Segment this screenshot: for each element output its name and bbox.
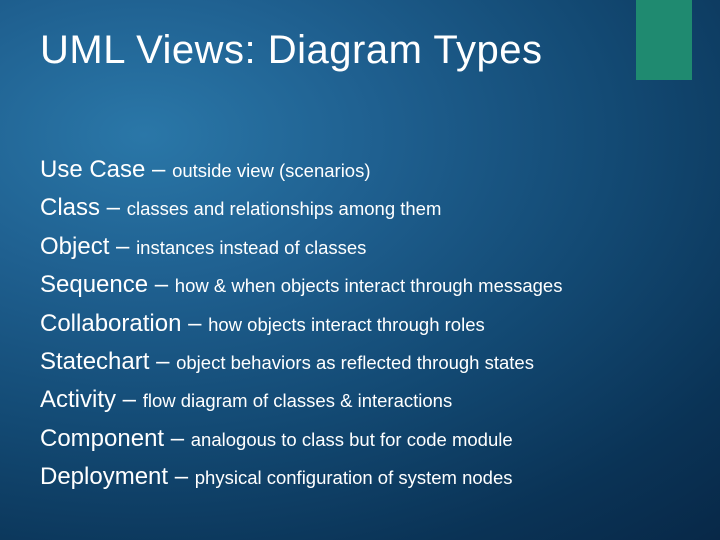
item-sep: – bbox=[116, 386, 143, 413]
item-sep: – bbox=[100, 194, 127, 221]
list-item: Statechart – object behaviors as reflect… bbox=[40, 346, 680, 378]
list-item: Use Case – outside view (scenarios) bbox=[40, 154, 680, 186]
item-term: Component bbox=[40, 425, 164, 452]
list-item: Deployment – physical configuration of s… bbox=[40, 461, 680, 493]
item-sep: – bbox=[164, 425, 191, 452]
item-desc: object behaviors as reflected through st… bbox=[176, 352, 534, 373]
item-sep: – bbox=[148, 271, 175, 298]
item-desc: outside view (scenarios) bbox=[172, 160, 370, 181]
list-item: Sequence – how & when objects interact t… bbox=[40, 269, 680, 301]
slide-title: UML Views: Diagram Types bbox=[40, 28, 543, 73]
list-item: Activity – flow diagram of classes & int… bbox=[40, 384, 680, 416]
item-desc: analogous to class but for code module bbox=[191, 429, 513, 450]
item-desc: classes and relationships among them bbox=[127, 198, 442, 219]
item-term: Sequence bbox=[40, 271, 148, 298]
item-sep: – bbox=[168, 463, 195, 490]
item-sep: – bbox=[109, 233, 136, 260]
accent-bar bbox=[636, 0, 692, 80]
list-item: Collaboration – how objects interact thr… bbox=[40, 308, 680, 340]
item-term: Class bbox=[40, 194, 100, 221]
item-term: Collaboration bbox=[40, 310, 181, 337]
item-desc: instances instead of classes bbox=[136, 237, 366, 258]
list-item: Component – analogous to class but for c… bbox=[40, 423, 680, 455]
item-desc: how objects interact through roles bbox=[208, 314, 485, 335]
item-desc: how & when objects interact through mess… bbox=[175, 275, 563, 296]
item-term: Use Case bbox=[40, 156, 145, 183]
item-sep: – bbox=[181, 310, 208, 337]
item-sep: – bbox=[149, 348, 176, 375]
list-item: Object – instances instead of classes bbox=[40, 231, 680, 263]
item-term: Activity bbox=[40, 386, 116, 413]
item-desc: flow diagram of classes & interactions bbox=[143, 390, 453, 411]
item-term: Object bbox=[40, 233, 109, 260]
item-term: Statechart bbox=[40, 348, 149, 375]
slide: UML Views: Diagram Types Use Case – outs… bbox=[0, 0, 720, 540]
item-desc: physical configuration of system nodes bbox=[195, 467, 513, 488]
content-list: Use Case – outside view (scenarios) Clas… bbox=[40, 154, 680, 500]
list-item: Class – classes and relationships among … bbox=[40, 192, 680, 224]
item-sep: – bbox=[145, 156, 172, 183]
item-term: Deployment bbox=[40, 463, 168, 490]
